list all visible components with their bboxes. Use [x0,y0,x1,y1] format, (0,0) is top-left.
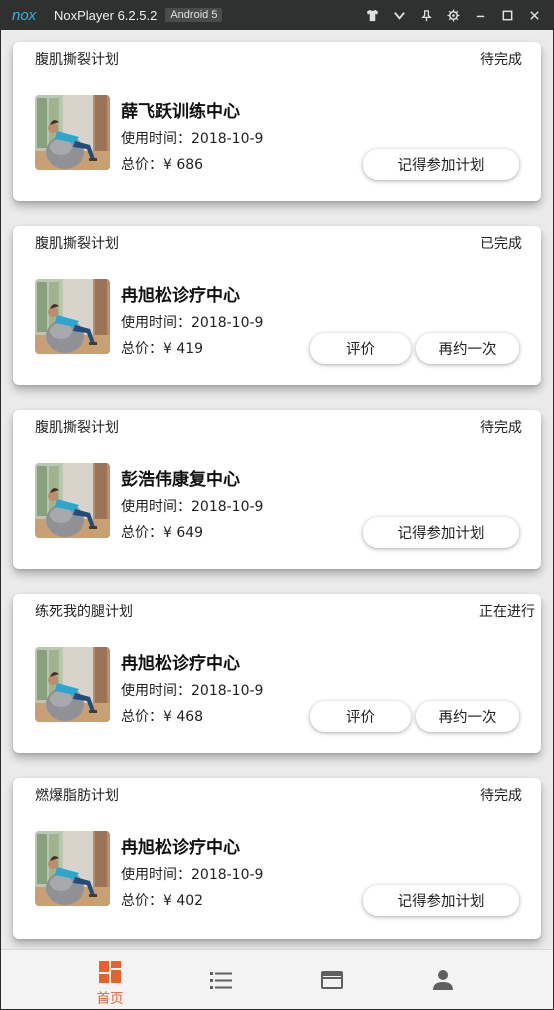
pin-icon[interactable] [413,0,440,30]
dashboard-icon [99,961,121,983]
gym-photo-thumbnail [35,95,110,170]
nav-home-label: 首页 [96,991,124,1007]
order-status: 待完成 [480,420,522,436]
gym-photo-thumbnail [35,647,110,722]
minimize-icon[interactable] [467,0,494,30]
nav-list[interactable] [166,950,276,1009]
gym-photo-thumbnail [35,279,110,354]
gym-photo-thumbnail [35,463,110,538]
order-status: 已完成 [480,236,522,252]
shirt-icon[interactable] [359,0,386,30]
nav-card[interactable] [277,950,387,1009]
plan-name: 腹肌撕裂计划 [35,52,119,68]
order-card[interactable]: 练死我的腿计划 正在进行 冉旭松诊疗中心 使用时间：2018-10-9 总价：¥… [13,594,541,753]
order-card[interactable]: 腹肌撕裂计划 待完成 薛飞跃训练中心 使用时间：2018-10-9 总价：¥ 6… [13,42,541,201]
close-icon[interactable] [521,0,548,30]
nox-logo: nox [12,8,37,22]
user-icon [433,970,453,990]
order-card[interactable]: 燃爆脂肪计划 待完成 冉旭松诊疗中心 使用时间：2018-10-9 总价：¥ 4… [13,778,541,939]
total-price: 总价：¥ 402 [121,893,204,909]
center-name: 冉旭松诊疗中心 [121,286,240,306]
order-status: 待完成 [480,788,522,804]
remember-plan-button[interactable]: 记得参加计划 [363,149,519,180]
plan-name: 腹肌撕裂计划 [35,236,119,252]
plan-name: 练死我的腿计划 [35,604,133,620]
remember-plan-button[interactable]: 记得参加计划 [363,517,519,548]
gear-icon[interactable] [440,0,467,30]
emulator-titlebar: nox NoxPlayer 6.2.5.2 Android 5 [0,0,554,30]
list-icon [210,972,232,989]
rate-button[interactable]: 评价 [310,701,411,732]
total-price: 总价：¥ 468 [121,709,204,725]
center-name: 薛飞跃训练中心 [121,102,240,122]
usage-time: 使用时间：2018-10-9 [121,499,264,515]
plan-name: 腹肌撕裂计划 [35,420,119,436]
book-again-button[interactable]: 再约一次 [416,701,519,732]
total-price: 总价：¥ 686 [121,157,204,173]
center-name: 冉旭松诊疗中心 [121,838,240,858]
rate-button[interactable]: 评价 [310,333,411,364]
order-card[interactable]: 腹肌撕裂计划 待完成 彭浩伟康复中心 使用时间：2018-10-9 总价：¥ 6… [13,410,541,569]
center-name: 彭浩伟康复中心 [121,470,240,490]
maximize-icon[interactable] [494,0,521,30]
book-again-button[interactable]: 再约一次 [416,333,519,364]
usage-time: 使用时间：2018-10-9 [121,315,264,331]
card-icon [321,971,343,989]
total-price: 总价：¥ 649 [121,525,204,541]
gym-photo-thumbnail [35,831,110,906]
app-viewport: 腹肌撕裂计划 待完成 薛飞跃训练中心 使用时间：2018-10-9 总价：¥ 6… [1,30,553,1009]
usage-time: 使用时间：2018-10-9 [121,867,264,883]
svg-text:nox: nox [12,8,37,22]
total-price: 总价：¥ 419 [121,341,204,357]
nav-home[interactable]: 首页 [55,950,165,1009]
nav-profile[interactable] [388,950,498,1009]
window-controls [359,0,548,30]
center-name: 冉旭松诊疗中心 [121,654,240,674]
chevron-down-icon[interactable] [386,0,413,30]
usage-time: 使用时间：2018-10-9 [121,683,264,699]
plan-name: 燃爆脂肪计划 [35,788,119,804]
window-title: NoxPlayer 6.2.5.2 [54,7,158,23]
usage-time: 使用时间：2018-10-9 [121,131,264,147]
bottom-nav: 首页 [1,949,553,1009]
order-status: 待完成 [480,52,522,68]
android-version-badge: Android 5 [165,8,223,22]
remember-plan-button[interactable]: 记得参加计划 [363,885,519,916]
order-card[interactable]: 腹肌撕裂计划 已完成 冉旭松诊疗中心 使用时间：2018-10-9 总价：¥ 4… [13,226,541,385]
order-status: 正在进行 [479,604,535,620]
